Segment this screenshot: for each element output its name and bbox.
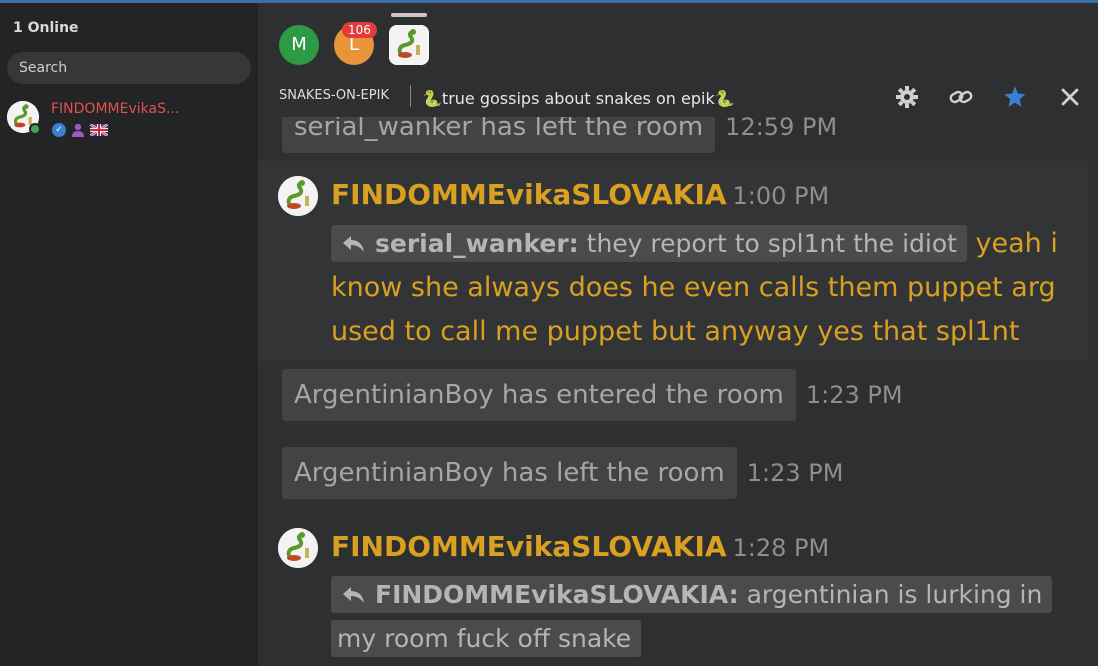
search-input[interactable] bbox=[7, 52, 251, 84]
unread-badge: 106 bbox=[342, 22, 377, 38]
online-user-item[interactable]: FINDOMMEvikaS... ✓ bbox=[7, 99, 251, 143]
reply-quote[interactable]: FINDOMMEvikaSLOVAKIA: argentinian is lur… bbox=[331, 576, 1053, 657]
room-header: SNAKES-ON-EPIK 🐍true gossips about snake… bbox=[258, 81, 1098, 117]
message-time: 1:28 PM bbox=[732, 534, 830, 562]
message-list[interactable]: serial_wanker has left the room 12:59 PM … bbox=[258, 101, 1098, 666]
user-name[interactable]: FINDOMMEvikaS... bbox=[51, 101, 179, 117]
tab-m[interactable]: M bbox=[279, 25, 319, 65]
reply-icon bbox=[343, 236, 364, 252]
close-icon[interactable] bbox=[1058, 85, 1082, 109]
chat-main: M L 106 serial_wanker has left the room 1… bbox=[258, 3, 1098, 666]
scrollbar[interactable] bbox=[1092, 103, 1098, 666]
verified-icon: ✓ bbox=[52, 123, 66, 137]
room-topic: 🐍true gossips about snakes on epik🐍 bbox=[422, 89, 735, 108]
chat-message: FINDOMMEvikaSLOVAKIA 1:00 PM serial_wanke… bbox=[258, 161, 1088, 391]
chat-message: FINDOMMEvikaSLOVAKIA 1:28 PM FINDOMMEvika… bbox=[258, 521, 1088, 666]
sidebar: 1 Online FINDOMMEvikaS... ✓ bbox=[0, 3, 258, 666]
avatar[interactable] bbox=[278, 528, 318, 568]
online-status-dot bbox=[29, 123, 41, 135]
gear-icon[interactable] bbox=[895, 85, 919, 109]
message-author[interactable]: FINDOMMEvikaSLOVAKIA bbox=[331, 530, 727, 563]
link-icon[interactable] bbox=[949, 85, 973, 109]
system-message-text: ArgentinianBoy has entered the room bbox=[282, 369, 796, 421]
reply-author: serial_wanker: bbox=[375, 229, 579, 258]
reply-text: they report to spl1nt the idiot bbox=[586, 229, 957, 258]
snake-avatar-icon bbox=[278, 176, 318, 216]
message-header: FINDOMMEvikaSLOVAKIA 1:28 PM bbox=[331, 530, 829, 563]
snake-avatar-icon bbox=[389, 25, 429, 65]
system-message: ArgentinianBoy has entered the room 1:23 … bbox=[282, 369, 903, 421]
tab-snakes-on-epik[interactable] bbox=[389, 25, 429, 65]
person-icon bbox=[72, 123, 84, 137]
reply-quote[interactable]: serial_wanker: they report to spl1nt the… bbox=[331, 225, 967, 262]
online-count: 1 Online bbox=[13, 20, 79, 36]
snake-avatar-icon bbox=[278, 528, 318, 568]
star-icon[interactable] bbox=[1003, 85, 1027, 109]
system-message-text: ArgentinianBoy has left the room bbox=[282, 447, 737, 499]
room-tabs: M L 106 bbox=[258, 3, 1098, 81]
message-time: 1:00 PM bbox=[732, 182, 830, 210]
uk-flag-icon bbox=[90, 124, 108, 136]
user-badges: ✓ bbox=[52, 123, 108, 137]
reply-author: FINDOMMEvikaSLOVAKIA: bbox=[375, 580, 739, 609]
drag-handle[interactable] bbox=[391, 13, 427, 17]
reply-icon bbox=[343, 587, 364, 603]
room-name[interactable]: SNAKES-ON-EPIK bbox=[279, 88, 389, 103]
room-header-divider bbox=[410, 85, 411, 107]
message-time: 1:23 PM bbox=[746, 459, 844, 487]
message-header: FINDOMMEvikaSLOVAKIA 1:00 PM bbox=[331, 178, 829, 211]
message-body: FINDOMMEvikaSLOVAKIA: argentinian is lur… bbox=[331, 573, 1083, 661]
message-author[interactable]: FINDOMMEvikaSLOVAKIA bbox=[331, 178, 727, 211]
system-message: ArgentinianBoy has left the room 1:23 PM bbox=[282, 447, 843, 499]
avatar[interactable] bbox=[278, 176, 318, 216]
message-time: 1:23 PM bbox=[805, 381, 903, 409]
